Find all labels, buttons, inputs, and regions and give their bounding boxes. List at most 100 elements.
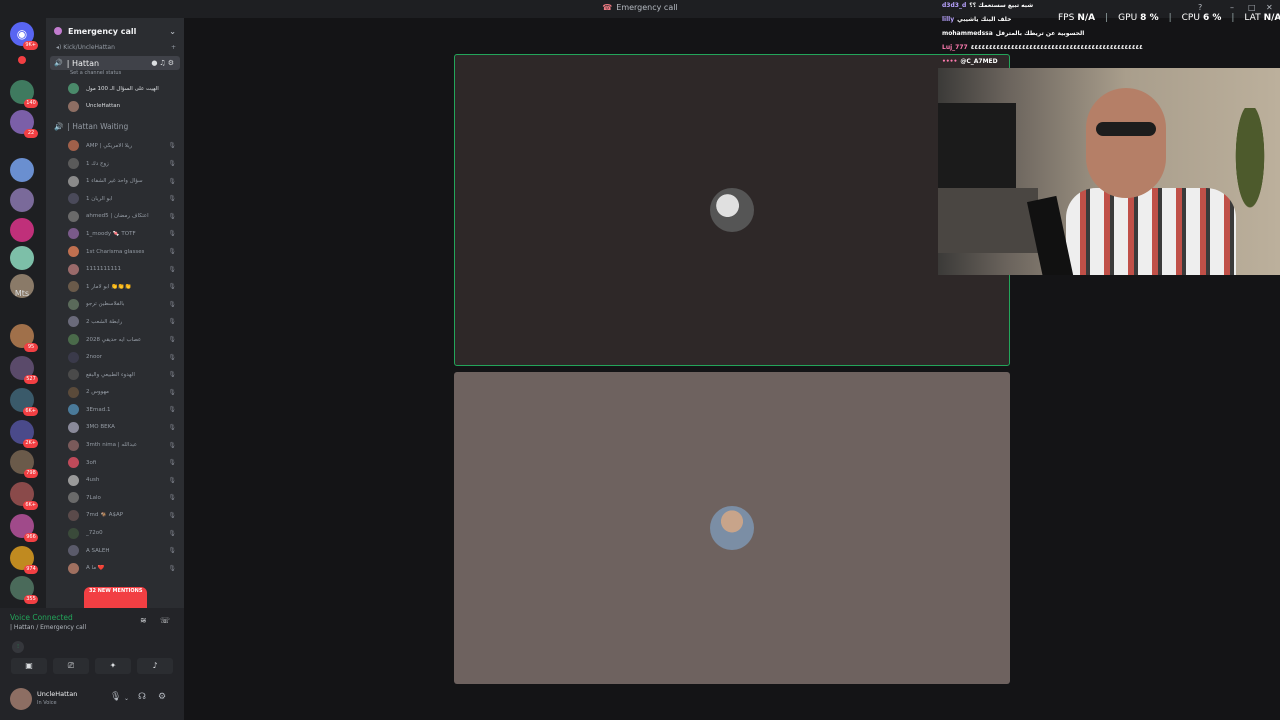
server-icon[interactable]: 95 bbox=[10, 324, 38, 352]
noise-suppression-icon[interactable]: ≋ bbox=[140, 616, 147, 625]
waiting-member[interactable]: 2028 عصاب ايه حديقي 🎙 bbox=[46, 331, 184, 349]
waiting-member[interactable]: 1 ابو لامار 👏👏👏 🎙 bbox=[46, 278, 184, 296]
channel-tools[interactable]: ●♫⚙ bbox=[151, 59, 176, 67]
set-status-link[interactable]: Set a channel status bbox=[46, 70, 184, 80]
voice-member[interactable]: UncleHattan bbox=[46, 98, 184, 116]
avatar bbox=[68, 316, 79, 328]
waiting-member[interactable]: زوج دك 1 🎙 bbox=[46, 155, 184, 173]
waiting-member[interactable]: 4ush 🎙 bbox=[46, 471, 184, 489]
server-icon[interactable]: 974 bbox=[10, 546, 38, 574]
activity-button[interactable]: ✦ bbox=[95, 658, 131, 674]
waiting-member[interactable]: بالفلاسطين ترجو 🎙 bbox=[46, 296, 184, 314]
lat-value: N/A bbox=[1263, 13, 1280, 23]
avatar bbox=[68, 421, 79, 433]
server-icon[interactable]: 966 bbox=[10, 514, 38, 542]
waiting-member[interactable]: A SALEH 🎙 bbox=[46, 542, 184, 560]
waiting-member[interactable]: 1 ابو الريان 🎙 bbox=[46, 190, 184, 208]
member-name: 2noor bbox=[86, 354, 102, 361]
waiting-member[interactable]: 1 سؤال واحد غير الشفاء 🎙 bbox=[46, 172, 184, 190]
avatar[interactable] bbox=[10, 688, 32, 710]
server-badge: 2K+ bbox=[23, 439, 38, 448]
add-icon[interactable]: + bbox=[171, 44, 176, 51]
stream-chat-overlay: d3d3_d شبه تبيع سستعمك ؟؟ lilly خلف البنك … bbox=[938, 0, 1280, 70]
server-icon[interactable] bbox=[10, 158, 34, 182]
server-icon[interactable]: 2K+ bbox=[10, 420, 38, 448]
server-icon[interactable]: 6K+ bbox=[10, 482, 38, 510]
microphone-icon[interactable]: 🎙 bbox=[110, 692, 121, 702]
muted-mic-icon: 🎙 bbox=[168, 511, 176, 519]
voice-connected-label[interactable]: Voice Connected bbox=[10, 613, 73, 622]
voice-connection-panel: Voice Connected | Hattan / Emergency cal… bbox=[0, 608, 184, 682]
avatar bbox=[68, 334, 79, 346]
server-icon[interactable]: 140 bbox=[10, 80, 38, 108]
waiting-member[interactable]: AMP | ريلا الأمريكي 🎙 bbox=[46, 137, 184, 155]
waiting-member[interactable]: A ما ❤️ 🎙 bbox=[46, 559, 184, 577]
fps-label: FPS bbox=[1058, 13, 1075, 23]
waiting-member[interactable]: 3MO BEKA 🎙 bbox=[46, 419, 184, 437]
webcam-shelf bbox=[938, 188, 1038, 253]
voice-member[interactable]: الهيت على السؤال الـ 100 مول bbox=[46, 80, 184, 98]
server-icon[interactable] bbox=[10, 218, 34, 242]
chat-user: mohammedssa bbox=[942, 30, 993, 37]
waiting-member[interactable]: 3mth nima | عبدالله 🎙 bbox=[46, 436, 184, 454]
waiting-member[interactable]: 1st Charisma glasses 🎙 bbox=[46, 243, 184, 261]
waiting-member[interactable]: 1111111111 🎙 bbox=[46, 260, 184, 278]
server-icon[interactable]: 527 bbox=[10, 356, 38, 384]
member-name: زوج دك 1 bbox=[86, 160, 109, 167]
webcam-overlay bbox=[938, 68, 1280, 275]
server-icon[interactable]: 6K+ bbox=[10, 388, 38, 416]
disconnect-icon[interactable]: ☏ bbox=[160, 616, 170, 625]
voice-channel-path[interactable]: | Hattan / Emergency call bbox=[10, 624, 86, 631]
server-header[interactable]: Emergency call ⌄ bbox=[46, 18, 184, 44]
waiting-member[interactable]: 2 مهووس 🎙 bbox=[46, 384, 184, 402]
waiting-member[interactable]: _72o0 🎙 bbox=[46, 524, 184, 542]
chat-user: •••• bbox=[942, 58, 958, 65]
participant-tile[interactable] bbox=[454, 54, 1010, 366]
muted-mic-icon: 🎙 bbox=[168, 318, 176, 326]
server-badge: 355 bbox=[24, 595, 38, 604]
chevron-down-icon[interactable]: ⌄ bbox=[124, 695, 129, 702]
avatar bbox=[68, 193, 79, 205]
waiting-member[interactable]: 7md 🐐 A$AP 🎙 bbox=[46, 507, 184, 525]
server-icon[interactable]: 22 bbox=[10, 110, 38, 138]
server-icon[interactable] bbox=[10, 246, 34, 270]
avatar bbox=[68, 527, 79, 539]
waiting-member[interactable]: 7Lalo 🎙 bbox=[46, 489, 184, 507]
waiting-member[interactable]: 1_moody 🍬 TOTF 🎙 bbox=[46, 225, 184, 243]
server-icon[interactable]: 355 bbox=[10, 576, 38, 604]
muted-mic-icon: 🎙 bbox=[168, 142, 176, 150]
signal-icon: ⫶ bbox=[12, 641, 24, 653]
voice-channel-hattan-waiting[interactable]: 🔊 | Hattan Waiting bbox=[46, 115, 184, 137]
chat-message: lilly خلف البنك ياشيبي bbox=[942, 16, 1011, 23]
avatar bbox=[68, 369, 79, 381]
member-name: 3MO BEKA bbox=[86, 424, 115, 431]
waiting-member[interactable]: الهدوء الطبيعي والبقع 🎙 bbox=[46, 366, 184, 384]
voice-channel-hattan[interactable]: 🔊 | Hattan ●♫⚙ bbox=[50, 56, 180, 70]
waiting-member[interactable]: ahmed5 | اعتكاف رمضان 🎙 bbox=[46, 208, 184, 226]
server-icon[interactable] bbox=[10, 188, 34, 212]
waiting-member[interactable]: 2 رابطة الشعب 🎙 bbox=[46, 313, 184, 331]
server-icon[interactable]: 798 bbox=[10, 450, 38, 478]
waiting-member[interactable]: 2noor 🎙 bbox=[46, 348, 184, 366]
member-name: بالفلاسطين ترجو bbox=[86, 301, 125, 308]
settings-icon[interactable]: ⚙ bbox=[158, 692, 166, 702]
muted-mic-icon: 🎙 bbox=[168, 388, 176, 396]
participant-tile[interactable] bbox=[454, 372, 1010, 684]
discord-home-icon[interactable]: ◉ 9K+ bbox=[10, 22, 38, 50]
member-name: 1111111111 bbox=[86, 266, 121, 273]
chevron-down-icon[interactable]: ⌄ bbox=[169, 27, 176, 36]
waiting-member[interactable]: 3Emad.1 🎙 bbox=[46, 401, 184, 419]
camera-button[interactable]: ▣ bbox=[11, 658, 47, 674]
screen-share-button[interactable]: ⎚ bbox=[53, 658, 89, 674]
avatar bbox=[68, 562, 79, 574]
avatar bbox=[68, 474, 79, 486]
headphones-icon[interactable]: ☊ bbox=[138, 692, 146, 702]
soundboard-button[interactable]: ♪ bbox=[137, 658, 173, 674]
avatar bbox=[68, 386, 79, 398]
participant-avatar bbox=[710, 188, 754, 232]
server-mts[interactable]: Mts bbox=[10, 282, 34, 306]
muted-mic-icon: 🎙 bbox=[168, 406, 176, 414]
server-badge: 798 bbox=[24, 469, 38, 478]
channel-category[interactable]: ◂) Kick/UncleHattan + bbox=[46, 44, 184, 56]
waiting-member[interactable]: 3ofi 🎙 bbox=[46, 454, 184, 472]
